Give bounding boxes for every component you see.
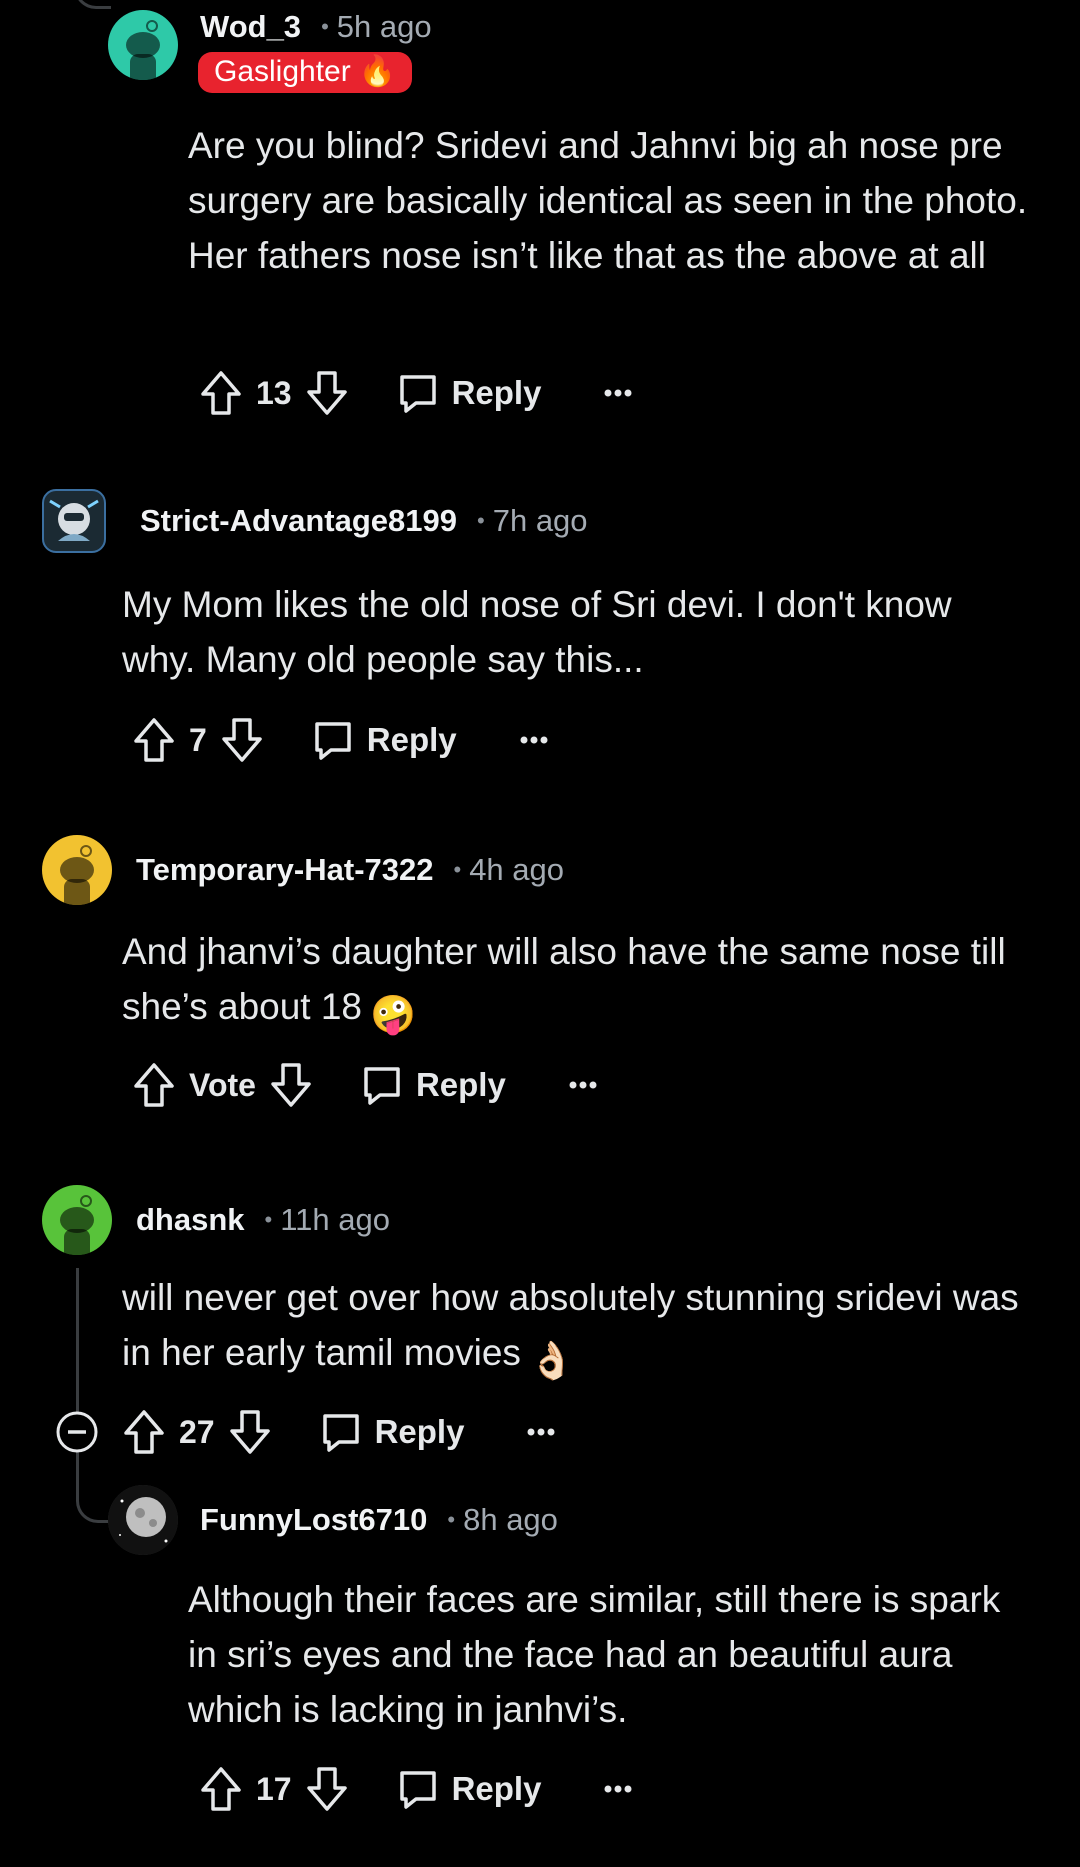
pinching-hand-emoji: 👌🏻 <box>528 1340 575 1381</box>
user-avatar[interactable] <box>42 1185 112 1255</box>
custom-avatar-icon <box>49 499 99 541</box>
username[interactable]: dhasnk <box>136 1202 245 1238</box>
downvote-icon[interactable] <box>306 1766 348 1812</box>
reply-button[interactable]: Reply <box>360 1063 506 1107</box>
more-options-icon[interactable] <box>568 1080 598 1090</box>
comment-body: Are you blind? Sridevi and Jahnvi big ah… <box>188 125 1028 276</box>
reply-button[interactable]: Reply <box>396 1767 542 1811</box>
more-options-icon[interactable] <box>603 1784 633 1794</box>
downvote-icon[interactable] <box>229 1409 271 1455</box>
comment-actions: 17 Reply <box>200 1761 633 1817</box>
comment: Temporary-Hat-7322 • 4h ago And jhanvi’s… <box>0 835 1080 1135</box>
comment-reply: FunnyLost6710 • 8h ago Although their fa… <box>0 1485 1080 1867</box>
username[interactable]: Temporary-Hat-7322 <box>136 852 433 888</box>
vote-count: 7 <box>189 721 207 758</box>
comment: Strict-Advantage8199 • 7h ago My Mom lik… <box>0 480 1080 780</box>
downvote-icon[interactable] <box>221 717 263 763</box>
user-avatar[interactable] <box>108 10 178 80</box>
comment-header: Temporary-Hat-7322 • 4h ago <box>42 835 564 905</box>
comment-actions: 27 Reply <box>55 1404 556 1460</box>
upvote-icon[interactable] <box>133 1062 175 1108</box>
comment-actions: Vote Reply <box>133 1057 598 1113</box>
vote-count: 17 <box>256 1770 292 1807</box>
comment-actions: 13 Reply <box>200 365 633 421</box>
comment-header: dhasnk • 11h ago <box>42 1185 390 1255</box>
downvote-icon[interactable] <box>270 1062 312 1108</box>
comment-bubble-icon <box>322 1414 359 1452</box>
comment: Wod_3 • 5h ago Gaslighter 🔥 Are you blin… <box>0 0 1080 440</box>
separator-dot: • <box>453 857 462 882</box>
reply-label: Reply <box>451 1770 542 1807</box>
separator-dot: • <box>447 1507 456 1532</box>
user-avatar[interactable] <box>42 835 112 905</box>
reply-label: Reply <box>366 721 457 758</box>
reply-label: Reply <box>374 1413 465 1450</box>
comment-header: FunnyLost6710 • 8h ago <box>108 1485 558 1555</box>
username[interactable]: FunnyLost6710 <box>200 1502 427 1538</box>
timestamp: 5h ago <box>336 9 432 44</box>
comment-body: My Mom likes the old nose of Sri devi. I… <box>122 584 952 680</box>
collapse-thread-icon[interactable] <box>55 1410 99 1454</box>
vote-count: 27 <box>179 1413 215 1450</box>
vote-label: Vote <box>189 1066 256 1103</box>
comment-body: will never get over how absolutely stunn… <box>122 1270 1022 1388</box>
user-flair: Gaslighter 🔥 <box>198 52 413 93</box>
flair-label: Gaslighter <box>214 54 351 88</box>
reply-button[interactable]: Reply <box>319 1410 465 1454</box>
vote-count: 13 <box>256 374 292 411</box>
more-options-icon[interactable] <box>603 388 633 398</box>
more-options-icon[interactable] <box>519 735 549 745</box>
comment-actions: 7 Reply <box>133 712 549 768</box>
comment-bubble-icon <box>399 375 436 413</box>
more-options-icon[interactable] <box>526 1427 556 1437</box>
upvote-icon[interactable] <box>200 370 242 416</box>
timestamp: 4h ago <box>469 852 565 887</box>
comment-body: And jhanvi’s daughter will also have the… <box>122 924 1022 1042</box>
comment-bubble-icon <box>364 1067 400 1105</box>
reply-button[interactable]: Reply <box>396 371 542 415</box>
comment: dhasnk • 11h ago will never get over how… <box>0 1182 1080 1454</box>
timestamp: 7h ago <box>492 503 588 538</box>
separator-dot: • <box>264 1207 273 1232</box>
upvote-icon[interactable] <box>123 1409 165 1455</box>
zany-face-emoji: 🤪 <box>370 994 417 1035</box>
upvote-icon[interactable] <box>133 717 175 763</box>
comment-bubble-icon <box>315 722 351 760</box>
timestamp: 11h ago <box>280 1202 390 1237</box>
downvote-icon[interactable] <box>306 370 348 416</box>
fire-emoji: 🔥 <box>358 55 397 88</box>
reply-button[interactable]: Reply <box>311 718 457 762</box>
comment-header: Strict-Advantage8199 • 7h ago <box>42 489 588 553</box>
moon-avatar-icon <box>108 1485 178 1555</box>
upvote-icon[interactable] <box>200 1766 242 1812</box>
separator-dot: • <box>477 508 485 533</box>
timestamp: 8h ago <box>463 1502 558 1537</box>
separator-dot: • <box>321 14 329 39</box>
comment-body: Although their faces are similar, still … <box>188 1579 1001 1730</box>
comment-text: And jhanvi’s daughter will also have the… <box>122 931 1006 1027</box>
username[interactable]: Wod_3 <box>200 9 301 45</box>
reply-label: Reply <box>415 1066 506 1103</box>
user-avatar[interactable] <box>42 489 106 553</box>
comment-bubble-icon <box>399 1771 436 1809</box>
user-avatar[interactable] <box>108 1485 178 1555</box>
reply-label: Reply <box>451 374 542 411</box>
username[interactable]: Strict-Advantage8199 <box>140 503 457 539</box>
